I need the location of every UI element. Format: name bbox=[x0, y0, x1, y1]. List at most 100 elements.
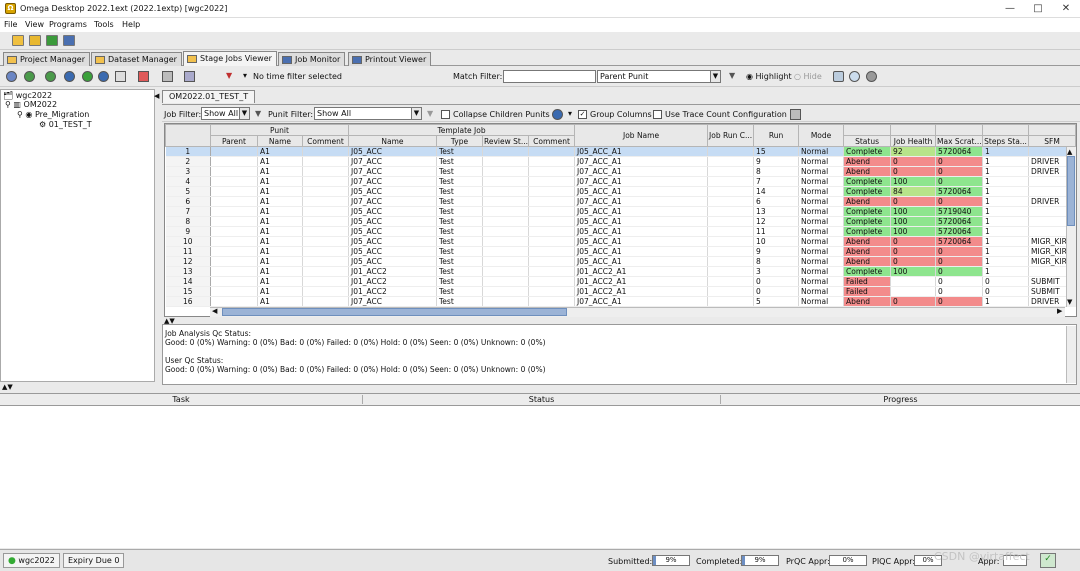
menu-help[interactable]: Help bbox=[122, 20, 140, 29]
table-row[interactable]: 11 A1 J05_ACC Test J05_ACC_A1 9 Normal Abend 0 0 1… bbox=[165, 246, 1076, 257]
job-filter-select[interactable]: Show All ▼ bbox=[201, 107, 250, 120]
filter-icon[interactable]: ▼ bbox=[226, 71, 232, 80]
table-row[interactable]: 12 A1 J05_ACC Test J05_ACC_A1 8 Normal Abend 0 0 1… bbox=[165, 256, 1076, 267]
time-filter-dropdown-icon[interactable]: ▾ bbox=[243, 71, 247, 80]
col-template-name[interactable]: Name bbox=[348, 135, 437, 147]
punit-filter-select[interactable]: Show All ▼ bbox=[314, 107, 422, 120]
qc-scrollbar[interactable] bbox=[1066, 326, 1076, 383]
columns-globe-icon[interactable] bbox=[552, 109, 563, 120]
columns-dropdown-icon[interactable]: ▾ bbox=[568, 109, 572, 118]
menu-file[interactable]: File bbox=[4, 20, 17, 29]
tab-stage-jobs-viewer[interactable]: Stage Jobs Viewer bbox=[183, 51, 277, 66]
table-row[interactable]: 7 A1 J05_ACC Test J05_ACC_A1 13 Normal Complete… bbox=[165, 206, 1076, 217]
trace-count-checkbox[interactable] bbox=[653, 110, 662, 119]
table-row[interactable]: 8 A1 J05_ACC Test J05_ACC_A1 12 Normal Complete… bbox=[165, 216, 1076, 227]
export-icon[interactable] bbox=[833, 71, 844, 82]
template-name-cell: J07_ACC bbox=[348, 156, 437, 167]
delete-icon[interactable] bbox=[162, 71, 173, 82]
table-row[interactable]: 1 A1 J05_ACC Test J05_ACC_A1 15 Normal Complete… bbox=[165, 146, 1076, 157]
table-row[interactable]: 3 A1 J07_ACC Test J07_ACC_A1 8 Normal Abend 0 0 1 D… bbox=[165, 166, 1076, 177]
col-mode[interactable]: Mode bbox=[798, 124, 845, 147]
trash-icon[interactable] bbox=[790, 109, 801, 120]
hide-radio[interactable]: ○ Hide bbox=[794, 72, 822, 81]
table-row[interactable]: 4 A1 J07_ACC Test J07_ACC_A1 7 Normal Complete 1… bbox=[165, 176, 1076, 187]
col-task-status[interactable]: Status bbox=[362, 395, 720, 404]
table-row[interactable]: 2 A1 J07_ACC Test J07_ACC_A1 9 Normal Abend 0 0 1 D… bbox=[165, 156, 1076, 167]
col-task[interactable]: Task bbox=[0, 395, 362, 404]
punit-select[interactable]: Parent Punit ▼ bbox=[597, 70, 721, 83]
expiry-button[interactable]: Expiry Due 0 bbox=[63, 553, 125, 568]
tree-node-test[interactable]: ⚙ 01_TEST_T bbox=[39, 120, 92, 129]
col-type[interactable]: Type bbox=[436, 135, 483, 147]
tree-node-project[interactable]: ⚲ ▥ OM2022 bbox=[5, 100, 57, 109]
col-steps-status[interactable]: Steps Sta... bbox=[982, 135, 1030, 147]
list-icon[interactable] bbox=[184, 71, 195, 82]
table-row[interactable]: 15 A1 J01_ACC2 Test J01_ACC2_A1 0 Normal Failed… bbox=[165, 286, 1076, 297]
tab-dataset-manager[interactable]: Dataset Manager bbox=[91, 52, 182, 66]
table-row[interactable]: 9 A1 J05_ACC Test J05_ACC_A1 11 Normal Complete… bbox=[165, 226, 1076, 237]
tab-project-manager[interactable]: Project Manager bbox=[3, 52, 90, 66]
tree-node-stage[interactable]: ⚲ ◉ Pre_Migration bbox=[17, 110, 89, 119]
refresh-icon[interactable] bbox=[6, 71, 17, 82]
col-max-scratch[interactable]: Max Scrat... bbox=[935, 135, 984, 147]
close-icon[interactable]: ✕ bbox=[1054, 2, 1078, 16]
col-job-name[interactable]: Job Name bbox=[574, 124, 709, 147]
table-row[interactable]: 5 A1 J05_ACC Test J05_ACC_A1 14 Normal Complete… bbox=[165, 186, 1076, 197]
tab-printout-viewer[interactable]: Printout Viewer bbox=[348, 52, 432, 66]
run-job-icon[interactable] bbox=[45, 71, 56, 82]
status-ok-icon[interactable]: ✓ bbox=[1040, 553, 1056, 568]
menu-tools[interactable]: Tools bbox=[94, 20, 114, 29]
group-columns-checkbox[interactable]: ✓ bbox=[578, 110, 587, 119]
col-job-health[interactable]: Job Health bbox=[890, 135, 937, 147]
table-row[interactable]: 6 A1 J07_ACC Test J07_ACC_A1 6 Normal Abend 0 0 1 D… bbox=[165, 196, 1076, 207]
col-status[interactable]: Status bbox=[843, 135, 892, 147]
col-punit-comment[interactable]: Comment bbox=[302, 135, 349, 147]
col-punit-name[interactable]: Name bbox=[257, 135, 303, 147]
template-name-cell: J01_ACC2 bbox=[348, 276, 437, 287]
highlight-radio[interactable]: ◉ Highlight bbox=[746, 72, 792, 81]
scroll-up-icon[interactable]: ▲ bbox=[1067, 148, 1072, 156]
table-row[interactable]: 16 A1 J07_ACC Test J07_ACC_A1 5 Normal Abend 0 0 1… bbox=[165, 296, 1076, 307]
table-horizontal-scroll-thumb[interactable] bbox=[222, 308, 567, 316]
play-icon[interactable] bbox=[82, 71, 93, 82]
match-filter-input[interactable] bbox=[503, 70, 596, 83]
grid-icon[interactable] bbox=[115, 71, 126, 82]
col-review-status[interactable]: Review St... bbox=[482, 135, 529, 147]
tree-node-root[interactable]: 🗂 wgc2022 bbox=[3, 91, 52, 100]
network-icon[interactable] bbox=[98, 71, 109, 82]
col-sfm[interactable]: SFM bbox=[1028, 135, 1076, 147]
save-icon[interactable] bbox=[63, 35, 75, 46]
record-icon[interactable] bbox=[866, 71, 877, 82]
col-template-comment[interactable]: Comment bbox=[527, 135, 576, 147]
run-icon[interactable] bbox=[46, 35, 58, 46]
table-vertical-scroll-thumb[interactable] bbox=[1067, 156, 1075, 226]
scroll-right-icon[interactable]: ▶ bbox=[1057, 307, 1062, 315]
menu-view[interactable]: View bbox=[25, 20, 44, 29]
scroll-down-icon[interactable]: ▼ bbox=[1067, 298, 1072, 306]
col-parent[interactable]: Parent bbox=[210, 135, 258, 147]
open-project-icon[interactable] bbox=[12, 35, 24, 46]
clear-filter-icon[interactable]: ▼ bbox=[427, 109, 433, 118]
table-row[interactable]: 14 A1 J01_ACC2 Test J01_ACC2_A1 0 Normal Failed… bbox=[165, 276, 1076, 287]
collapse-splitter-icon[interactable]: ◀ bbox=[154, 92, 159, 100]
sync-icon[interactable] bbox=[849, 71, 860, 82]
collapse-children-checkbox[interactable] bbox=[441, 110, 450, 119]
funnel-icon[interactable]: ▼ bbox=[729, 71, 735, 80]
col-run[interactable]: Run bbox=[753, 124, 800, 147]
col-job-run-count[interactable]: Job Run C... bbox=[707, 124, 755, 147]
table-row[interactable]: 10 A1 J05_ACC Test J05_ACC_A1 10 Normal Abend 0 5… bbox=[165, 236, 1076, 247]
maximize-icon[interactable]: □ bbox=[1026, 2, 1050, 16]
submit-icon[interactable] bbox=[24, 71, 35, 82]
tab-job-monitor[interactable]: Job Monitor bbox=[278, 52, 346, 66]
folder-icon[interactable] bbox=[29, 35, 41, 46]
table-row[interactable]: 13 A1 J01_ACC2 Test J01_ACC2_A1 3 Normal Comple… bbox=[165, 266, 1076, 277]
minimize-icon[interactable]: — bbox=[998, 2, 1022, 16]
scroll-left-icon[interactable]: ◀ bbox=[212, 307, 217, 315]
tab-om2022-test[interactable]: OM2022.01_TEST_T bbox=[162, 90, 256, 103]
menu-programs[interactable]: Programs bbox=[49, 20, 87, 29]
globe-icon[interactable] bbox=[64, 71, 75, 82]
col-progress[interactable]: Progress bbox=[720, 395, 1080, 404]
project-status-button[interactable]: ● wgc2022 bbox=[3, 553, 60, 568]
splitter-arrows-icon[interactable]: ▲▼ bbox=[2, 383, 13, 391]
stop-icon[interactable] bbox=[138, 71, 149, 82]
